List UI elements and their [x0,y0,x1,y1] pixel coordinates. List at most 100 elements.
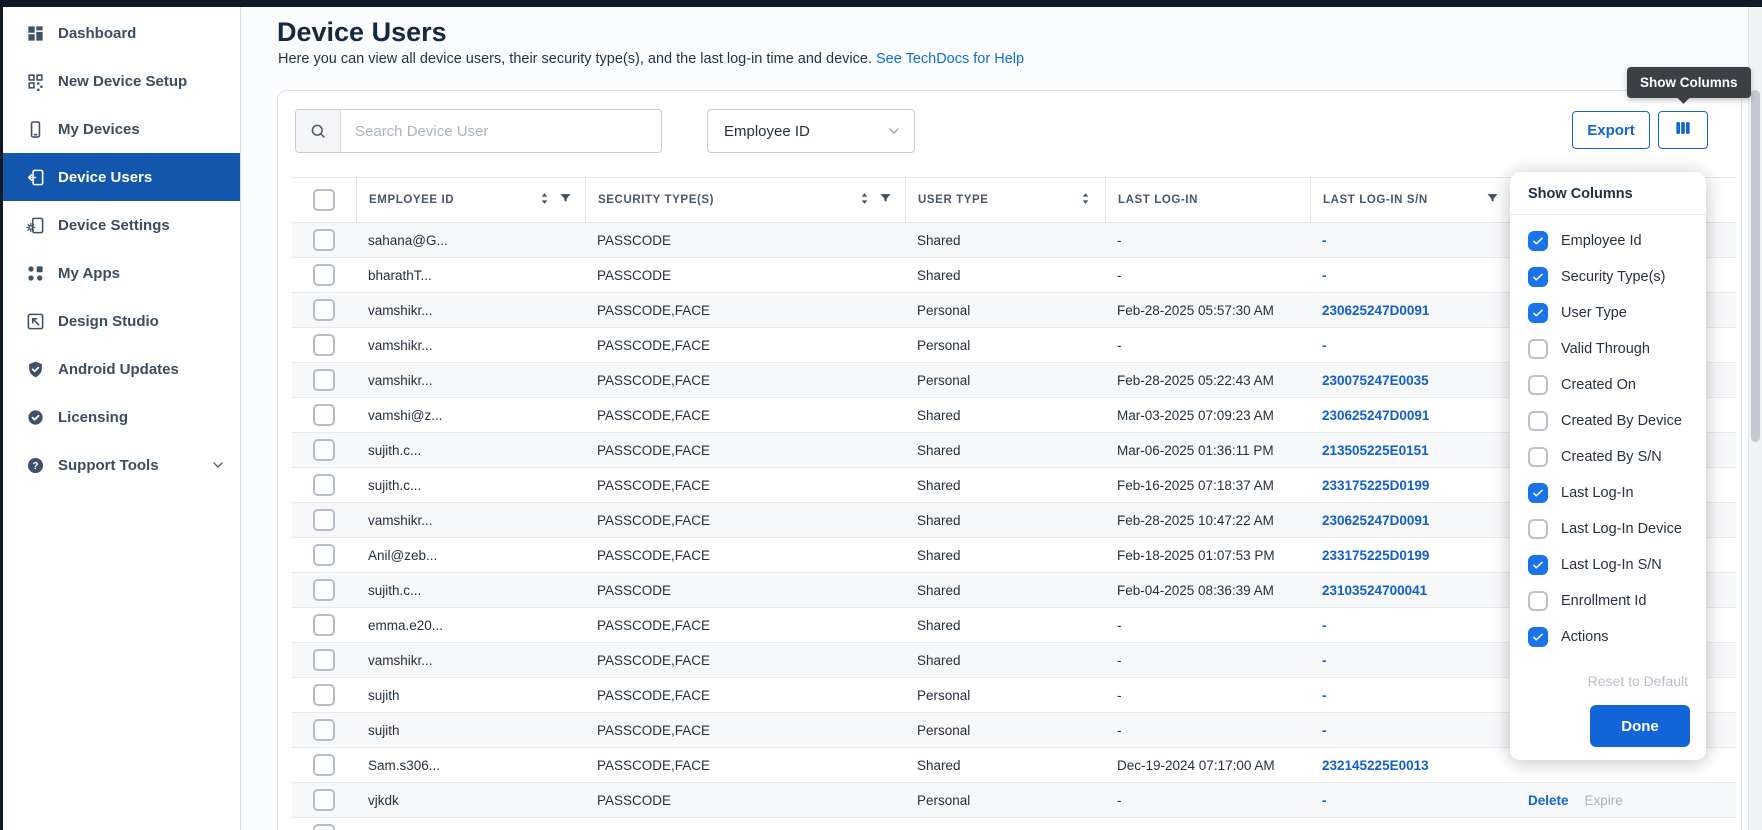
column-header-employee-id[interactable]: EMPLOYEE ID [356,178,585,222]
serial-number-link[interactable]: 230625247D0091 [1322,408,1429,423]
search-input[interactable] [341,110,661,152]
show-columns-button[interactable] [1658,111,1708,149]
sidebar-item-my-apps[interactable]: My Apps [3,249,240,297]
row-checkbox[interactable] [313,334,335,356]
row-select-cell [292,678,356,712]
column-option-user-type[interactable]: User Type [1510,295,1706,331]
row-checkbox[interactable] [313,649,335,671]
sidebar-item-licensing[interactable]: Licensing [3,393,240,441]
sidebar-item-design-studio[interactable]: Design Studio [3,297,240,345]
serial-number-link[interactable]: 230075247E0035 [1322,373,1429,388]
sort-icon[interactable] [1078,191,1093,209]
select-all-checkbox[interactable] [313,189,335,211]
search-field-dropdown[interactable]: Employee ID [707,109,915,153]
row-checkbox[interactable] [313,789,335,811]
sidebar-item-device-users[interactable]: Device Users [3,153,240,201]
expire-link[interactable]: Expire [1585,793,1623,808]
unchecked-checkbox-icon[interactable] [1528,339,1548,359]
checked-checkbox-icon[interactable] [1528,267,1548,287]
scrollbar-thumb[interactable] [1751,90,1760,442]
filter-icon[interactable] [878,191,893,209]
column-option-valid-through[interactable]: Valid Through [1510,331,1706,367]
row-checkbox[interactable] [313,439,335,461]
last-login-cell: Feb-18-2025 01:07:53 PM [1105,538,1310,572]
serial-number-link[interactable]: 23103524700041 [1322,583,1427,598]
last-login-cell: - [1105,223,1310,257]
row-checkbox[interactable] [313,509,335,531]
column-header-user-type[interactable]: USER TYPE [905,178,1105,222]
row-checkbox[interactable] [313,754,335,776]
row-checkbox[interactable] [313,404,335,426]
checked-checkbox-icon[interactable] [1528,483,1548,503]
row-checkbox[interactable] [313,474,335,496]
sidebar-item-dashboard[interactable]: Dashboard [3,9,240,57]
delete-link[interactable]: Delete [1528,793,1569,808]
column-option-created-on[interactable]: Created On [1510,367,1706,403]
sidebar-item-label: Dashboard [58,25,136,42]
row-checkbox[interactable] [313,229,335,251]
row-select-cell [292,538,356,572]
last-login-sn-cell: 230625247D0091 [1310,503,1512,537]
export-button[interactable]: Export [1572,111,1650,149]
column-header-security-type-s-[interactable]: SECURITY TYPE(S) [585,178,905,222]
serial-number-link[interactable]: 213505225E0151 [1322,443,1429,458]
row-checkbox[interactable] [313,264,335,286]
column-header-last-log-in-s-n[interactable]: LAST LOG-IN S/N [1310,178,1512,222]
row-checkbox[interactable] [313,719,335,741]
user-type-cell: Shared [905,468,1105,502]
column-option-last-log-in-s-n[interactable]: Last Log-In S/N [1510,547,1706,583]
checked-checkbox-icon[interactable] [1528,303,1548,323]
checked-checkbox-icon[interactable] [1528,627,1548,647]
serial-number-link[interactable]: 233175225D0199 [1322,548,1429,563]
unchecked-checkbox-icon[interactable] [1528,591,1548,611]
row-checkbox[interactable] [313,684,335,706]
row-checkbox[interactable] [313,824,335,830]
sort-icon[interactable] [857,191,872,209]
sidebar-item-device-settings[interactable]: Device Settings [3,201,240,249]
checked-checkbox-icon[interactable] [1528,555,1548,575]
serial-number-link[interactable]: 230625247D0091 [1322,513,1429,528]
column-option-employee-id[interactable]: Employee Id [1510,223,1706,259]
techdocs-help-link[interactable]: See TechDocs for Help [876,51,1024,67]
row-checkbox[interactable] [313,299,335,321]
column-header-last-log-in[interactable]: LAST LOG-IN [1105,178,1310,222]
device-users-icon [25,167,45,187]
reset-to-default-button[interactable]: Reset to Default [1510,673,1706,689]
sidebar-item-new-device-setup[interactable]: New Device Setup [3,57,240,105]
employee-id-cell: Anil@zeb... [356,538,585,572]
column-option-last-log-in[interactable]: Last Log-In [1510,475,1706,511]
sidebar-item-my-devices[interactable]: My Devices [3,105,240,153]
last-login-cell: Feb-28-2025 05:22:43 AM [1105,363,1310,397]
row-checkbox[interactable] [313,369,335,391]
security-types-cell: PASSCODE,FACE [585,398,905,432]
column-option-enrollment-id[interactable]: Enrollment Id [1510,583,1706,619]
unchecked-checkbox-icon[interactable] [1528,411,1548,431]
serial-number-link[interactable]: 233175225D0199 [1322,478,1429,493]
filter-icon[interactable] [558,191,573,209]
done-button[interactable]: Done [1590,705,1690,747]
unchecked-checkbox-icon[interactable] [1528,519,1548,539]
row-select-cell [292,818,356,830]
user-type-cell: Shared [905,608,1105,642]
filter-icon[interactable] [1485,191,1500,209]
checked-checkbox-icon[interactable] [1528,231,1548,251]
serial-number-link[interactable]: 230625247D0091 [1322,303,1429,318]
column-option-security-type-s-[interactable]: Security Type(s) [1510,259,1706,295]
employee-id-cell: sujith [356,713,585,747]
last-login-cell: Mar-06-2025 01:36:11 PM [1105,433,1310,467]
serial-number-link[interactable]: 232145225E0013 [1322,758,1429,773]
sidebar-item-android-updates[interactable]: Android Updates [3,345,240,393]
column-option-created-by-s-n[interactable]: Created By S/N [1510,439,1706,475]
vertical-scrollbar[interactable] [1748,7,1762,830]
row-checkbox[interactable] [313,614,335,636]
row-checkbox[interactable] [313,579,335,601]
unchecked-checkbox-icon[interactable] [1528,375,1548,395]
column-option-last-log-in-device[interactable]: Last Log-In Device [1510,511,1706,547]
unchecked-checkbox-icon[interactable] [1528,447,1548,467]
sort-icon[interactable] [537,191,552,209]
columns-icon [1673,118,1693,143]
column-option-actions[interactable]: Actions [1510,619,1706,655]
sidebar-item-support-tools[interactable]: ?Support Tools [3,441,240,489]
row-checkbox[interactable] [313,544,335,566]
column-option-created-by-device[interactable]: Created By Device [1510,403,1706,439]
